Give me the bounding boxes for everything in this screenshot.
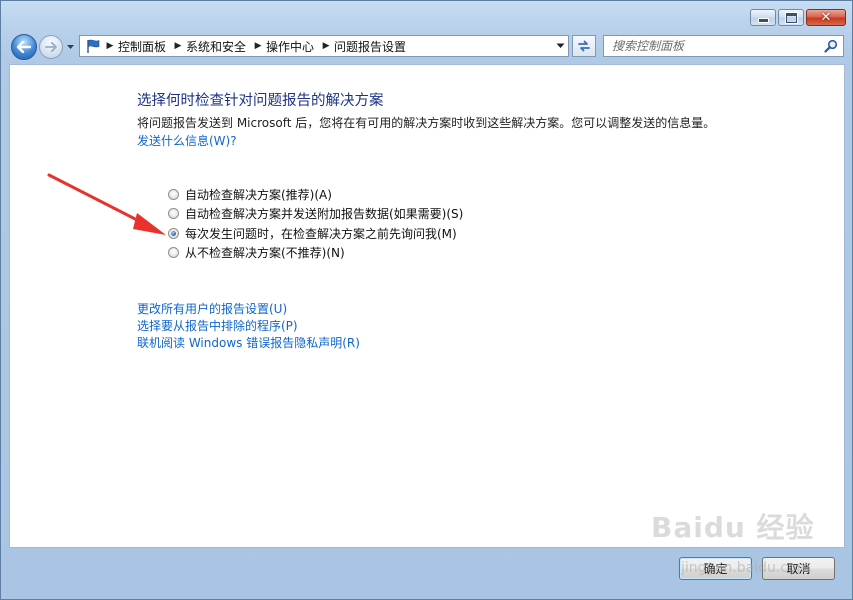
recent-pages-dropdown-icon[interactable] xyxy=(66,43,75,51)
breadcrumb-label: 控制面板 xyxy=(118,39,167,54)
privacy-statement-link[interactable]: 联机阅读 Windows 错误报告隐私声明(R) xyxy=(137,335,360,352)
search-box[interactable] xyxy=(603,35,844,57)
red-annotation-arrow-icon xyxy=(47,173,166,235)
option-never-check[interactable]: 从不检查解决方案(不推荐)(N) xyxy=(168,243,463,262)
window-caption-buttons: ✕ xyxy=(750,9,846,26)
maximize-button[interactable] xyxy=(778,9,804,26)
cancel-button[interactable]: 取消 xyxy=(762,557,835,580)
control-panel-window: ✕ ▶ 控制面板 ▶ 系统和安全 ▶ 操作中心 ▶ 问题报告设置 搜索控制面板 … xyxy=(0,0,853,600)
option-ask-me[interactable]: 每次发生问题时，在检查解决方案之前先询问我(M) xyxy=(168,224,463,243)
solution-check-options: 自动检查解决方案(推荐)(A) 自动检查解决方案并发送附加报告数据(如果需要)(… xyxy=(168,185,463,262)
related-links: 更改所有用户的报告设置(U) 选择要从报告中排除的程序(P) 联机阅读 Wind… xyxy=(137,301,360,352)
option-auto-check[interactable]: 自动检查解决方案(推荐)(A) xyxy=(168,185,463,204)
address-history-dropdown[interactable] xyxy=(552,36,568,56)
radio-button[interactable] xyxy=(168,247,179,259)
page-title: 选择何时检查针对问题报告的解决方案 xyxy=(137,93,384,109)
option-auto-check-send-data[interactable]: 自动检查解决方案并发送附加报告数据(如果需要)(S) xyxy=(168,204,463,223)
option-label: 每次发生问题时，在检查解决方案之前先询问我(M) xyxy=(185,226,457,241)
search-input[interactable] xyxy=(604,39,824,53)
breadcrumb-item[interactable]: ▶ 问题报告设置 xyxy=(318,38,410,55)
forward-button[interactable] xyxy=(39,35,63,59)
refresh-button[interactable] xyxy=(572,35,596,57)
breadcrumb-item[interactable]: ▶ 操作中心 xyxy=(250,38,318,55)
breadcrumb-item[interactable]: ▶ 控制面板 xyxy=(102,38,170,55)
page-description: 将问题报告发送到 Microsoft 后，您将在有可用的解决方案时收到这些解决方… xyxy=(137,116,716,130)
chevron-down-icon xyxy=(556,43,564,48)
content-pane: 选择何时检查针对问题报告的解决方案 将问题报告发送到 Microsoft 后，您… xyxy=(9,64,845,548)
exclude-programs-link[interactable]: 选择要从报告中排除的程序(P) xyxy=(137,318,360,335)
ok-button[interactable]: 确定 xyxy=(679,557,752,580)
option-label: 从不检查解决方案(不推荐)(N) xyxy=(185,246,345,261)
minimize-icon xyxy=(757,17,769,23)
address-bar[interactable]: ▶ 控制面板 ▶ 系统和安全 ▶ 操作中心 ▶ 问题报告设置 xyxy=(79,35,569,57)
close-icon: ✕ xyxy=(820,10,832,25)
what-info-sent-link[interactable]: 发送什么信息(W)? xyxy=(137,132,237,149)
breadcrumb-arrow-icon: ▶ xyxy=(174,41,182,51)
breadcrumb-label: 操作中心 xyxy=(266,39,315,54)
breadcrumb-item[interactable]: ▶ 系统和安全 xyxy=(170,38,250,55)
close-button[interactable]: ✕ xyxy=(806,9,846,26)
breadcrumb-label: 问题报告设置 xyxy=(334,39,407,54)
option-label: 自动检查解决方案并发送附加报告数据(如果需要)(S) xyxy=(185,207,464,222)
breadcrumb-arrow-icon: ▶ xyxy=(254,41,262,51)
maximize-icon xyxy=(785,12,797,23)
back-arrow-icon xyxy=(17,41,31,53)
refresh-icon xyxy=(578,40,590,52)
forward-arrow-icon xyxy=(45,42,57,52)
breadcrumb-arrow-icon: ▶ xyxy=(106,41,114,51)
breadcrumb-label: 系统和安全 xyxy=(186,39,247,54)
minimize-button[interactable] xyxy=(750,9,776,26)
option-label: 自动检查解决方案(推荐)(A) xyxy=(185,188,332,203)
search-icon[interactable] xyxy=(824,39,838,53)
change-all-users-settings-link[interactable]: 更改所有用户的报告设置(U) xyxy=(137,301,360,318)
breadcrumb-arrow-icon: ▶ xyxy=(322,41,330,51)
back-button[interactable] xyxy=(11,34,37,60)
action-center-flag-icon xyxy=(87,39,100,53)
